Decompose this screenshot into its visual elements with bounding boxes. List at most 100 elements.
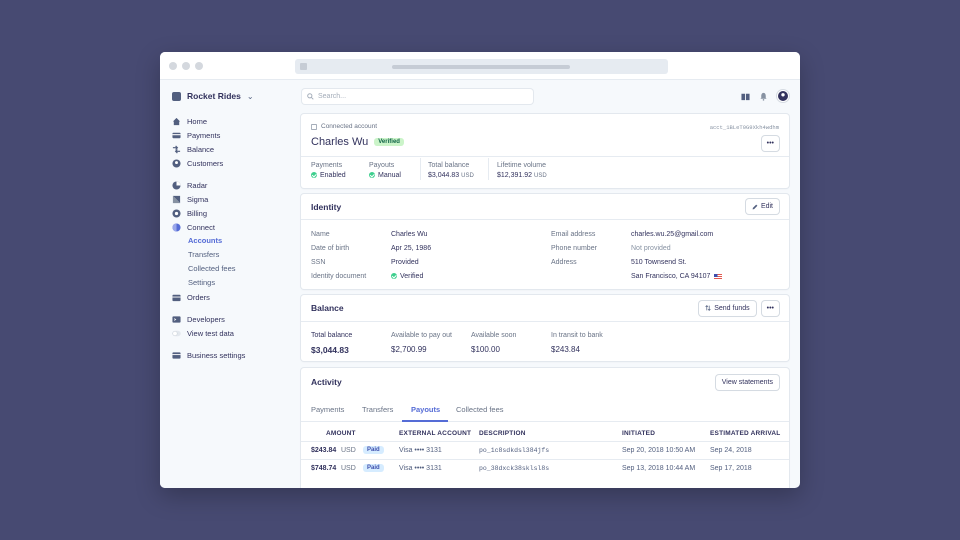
developers-icon — [172, 315, 181, 323]
row-description: po_38dxck38sklsl8s — [479, 465, 550, 472]
sidebar-item-label: Developers — [187, 314, 225, 324]
stat-label: Lifetime volume — [497, 162, 547, 169]
identity-phone: Not provided — [631, 245, 671, 252]
balance-card: Balance Send funds ••• Total balance $3,… — [301, 295, 789, 361]
column-header-estimated-arrival: ESTIMATED ARRIVAL — [710, 430, 781, 437]
brand-name: Rocket Rides — [187, 91, 241, 101]
stat-unit: USD — [461, 173, 474, 179]
stat-lifetime-volume: Lifetime volume $12,391.92 USD — [497, 162, 547, 179]
sidebar-subitem-collected-fees[interactable]: Collected fees — [188, 263, 236, 275]
account-switcher[interactable]: Rocket Rides ⌄ — [172, 91, 254, 101]
stat-unit: USD — [534, 173, 547, 179]
browser-titlebar — [160, 52, 800, 80]
connected-account-label: Connected account — [321, 123, 378, 130]
balance-more-button[interactable]: ••• — [761, 300, 779, 316]
sidebar-subitem-settings[interactable]: Settings — [188, 277, 215, 289]
toggle-icon[interactable] — [172, 329, 181, 338]
column-header-external-account: EXTERNAL ACCOUNT — [399, 430, 472, 437]
table-row[interactable]: $748.74 USD Paid Visa •••• 3131 po_38dxc… — [301, 459, 789, 477]
bell-icon[interactable] — [759, 92, 768, 101]
sidebar-item-label: Sigma — [187, 194, 209, 204]
tab-payments[interactable]: Payments — [311, 405, 344, 414]
send-funds-button[interactable]: Send funds — [699, 300, 756, 316]
sidebar-item-business-settings[interactable]: Business settings — [172, 349, 245, 361]
stat-payments: Payments Enabled — [311, 162, 346, 179]
sidebar-item-home[interactable]: Home — [172, 115, 207, 127]
identity-address-line1: 510 Townsend St. — [631, 259, 687, 266]
tab-collected-fees[interactable]: Collected fees — [456, 405, 504, 414]
balance-icon — [172, 144, 181, 154]
window-close-button[interactable] — [169, 62, 177, 70]
page-icon — [300, 63, 307, 70]
sidebar-item-connect[interactable]: Connect — [172, 221, 215, 233]
chevron-down-icon: ⌄ — [246, 91, 254, 101]
sidebar-item-label: Home — [187, 116, 208, 126]
docs-icon[interactable] — [741, 92, 750, 101]
window-minimize-button[interactable] — [182, 62, 190, 70]
sidebar-item-balance[interactable]: Balance — [172, 143, 214, 155]
column-header-description: DESCRIPTION — [479, 430, 526, 437]
balance-title: Balance — [311, 303, 344, 313]
sidebar-subitem-transfers[interactable]: Transfers — [188, 249, 219, 261]
orders-icon — [172, 294, 181, 301]
row-currency: USD — [341, 447, 356, 454]
table-row[interactable]: $243.84 USD Paid Visa •••• 3131 po_1c8sd… — [301, 441, 789, 459]
row-external-account: Visa •••• 3131 — [399, 447, 442, 454]
tab-payouts[interactable]: Payouts — [411, 405, 440, 414]
stat-label: Total balance — [428, 162, 470, 169]
identity-title: Identity — [311, 201, 342, 212]
sidebar-item-radar[interactable]: Radar — [172, 179, 207, 191]
sidebar-item-sigma[interactable]: Sigma — [172, 193, 208, 205]
brand-logo-icon — [172, 91, 181, 101]
sidebar-item-developers[interactable]: Developers — [172, 313, 225, 325]
window-maximize-button[interactable] — [195, 62, 203, 70]
account-more-button[interactable]: ••• — [761, 136, 779, 151]
send-funds-label: Send funds — [714, 304, 750, 312]
balance-label: In transit to bank — [551, 332, 603, 339]
row-description: po_1c8sdkdsl384jfs — [479, 447, 550, 454]
identity-address-line2: San Francisco, CA 94107 — [631, 273, 711, 280]
sidebar-item-billing[interactable]: Billing — [172, 207, 207, 219]
address-bar[interactable] — [295, 59, 668, 74]
identity-label: Email address — [551, 231, 596, 238]
view-statements-button[interactable]: View statements — [715, 374, 779, 390]
business-settings-icon — [172, 351, 181, 359]
edit-button[interactable]: Edit — [745, 199, 779, 214]
sidebar-item-label: Orders — [187, 292, 210, 302]
sidebar-item-label: Payments — [187, 130, 221, 140]
activity-tabs: Payments Transfers Payouts Collected fee… — [301, 398, 789, 422]
identity-label: Identity document — [311, 273, 367, 280]
identity-value: Provided — [391, 259, 419, 266]
balance-label: Available to pay out — [391, 332, 452, 339]
sidebar-item-payments[interactable]: Payments — [172, 129, 220, 141]
balance-value: $2,700.99 — [391, 345, 427, 354]
row-arrival: Sep 24, 2018 — [710, 447, 752, 454]
sidebar-item-view-test-data[interactable]: View test data — [172, 327, 234, 339]
sidebar-item-orders[interactable]: Orders — [172, 291, 210, 303]
sidebar-subitem-accounts[interactable]: Accounts — [188, 235, 222, 247]
check-circle-icon — [311, 172, 317, 178]
status-badge: Paid — [363, 464, 384, 472]
identity-email: charles.wu.25@gmail.com — [631, 231, 714, 238]
radar-icon — [172, 180, 181, 190]
row-arrival: Sep 17, 2018 — [710, 465, 752, 472]
user-avatar-icon[interactable] — [776, 89, 790, 103]
identity-card: Identity Edit Name Charles Wu Date of bi… — [301, 194, 789, 289]
us-flag-icon — [714, 273, 723, 280]
sidebar: Rocket Rides ⌄ Home Payments Balance Cus… — [160, 80, 300, 488]
sidebar-item-label: Balance — [187, 144, 215, 154]
customers-icon — [172, 158, 181, 168]
identity-label: Address — [551, 259, 577, 266]
status-badge: Paid — [363, 446, 384, 454]
stat-value: $12,391.92 — [497, 172, 533, 179]
sidebar-item-customers[interactable]: Customers — [172, 157, 223, 169]
check-circle-icon — [391, 273, 397, 279]
home-icon — [172, 117, 181, 125]
search-input[interactable]: Search... — [302, 89, 533, 104]
column-header-initiated: INITIATED — [622, 430, 656, 437]
balance-header: Balance Send funds ••• — [301, 295, 789, 322]
stat-total-balance: Total balance $3,044.83 USD — [428, 162, 474, 179]
sidebar-item-label: Radar — [187, 180, 208, 190]
billing-icon — [172, 208, 181, 218]
tab-transfers[interactable]: Transfers — [362, 405, 393, 414]
